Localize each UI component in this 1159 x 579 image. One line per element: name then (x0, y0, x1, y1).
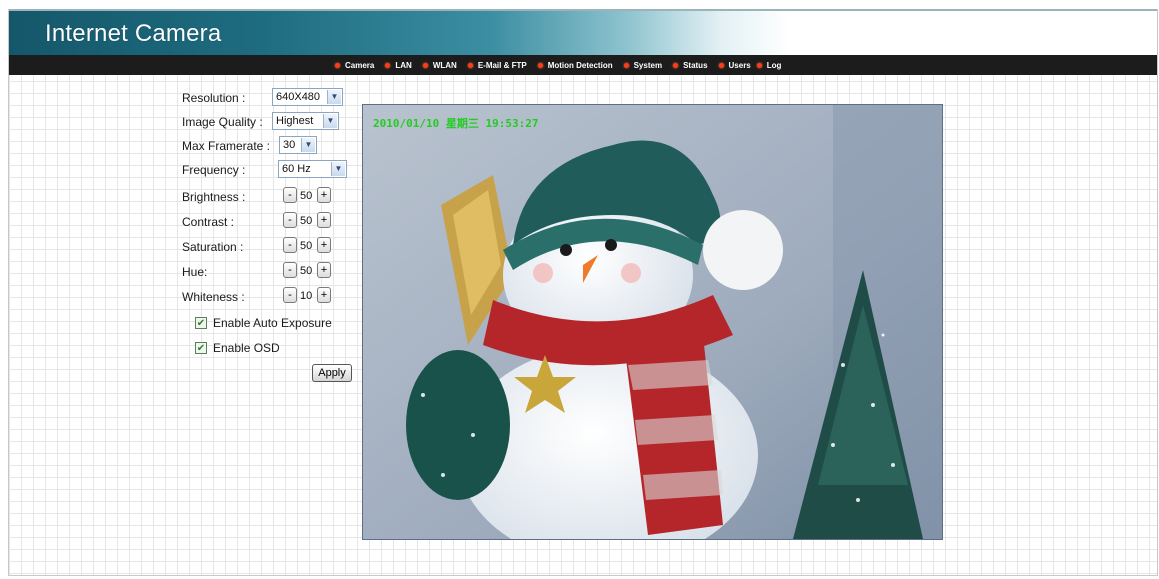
nav-system[interactable]: System (623, 60, 663, 70)
nav-label: Motion Detection (547, 60, 613, 70)
contrast-row: Contrast : - 50 + (181, 212, 361, 234)
whiteness-decrease-button[interactable]: - (283, 287, 297, 303)
contrast-label: Contrast : (182, 215, 235, 229)
chevron-down-icon: ▼ (327, 90, 341, 104)
resolution-value: 640X480 (276, 91, 321, 103)
nav-log[interactable]: Log (756, 60, 782, 70)
brightness-decrease-button[interactable]: - (283, 187, 297, 203)
bullet-icon (756, 62, 762, 68)
bullet-icon (673, 62, 679, 68)
hue-decrease-button[interactable]: - (283, 262, 297, 278)
max-framerate-value: 30 (283, 139, 296, 151)
check-icon: ✔ (196, 317, 206, 329)
bullet-icon (335, 62, 340, 68)
image-quality-value: Highest (276, 115, 314, 127)
nav-camera[interactable]: Camera (335, 61, 374, 70)
frequency-value: 60 Hz (282, 163, 311, 175)
nav-label: Log (766, 60, 782, 70)
header-banner: Internet Camera (9, 9, 1157, 57)
nav-lan[interactable]: LAN (385, 60, 412, 70)
nav-label: Status (683, 60, 708, 70)
hue-value: 50 (300, 265, 313, 277)
hue-increase-button[interactable]: + (317, 262, 331, 278)
osd-checkbox[interactable]: ✔ (195, 342, 207, 354)
nav-label: E-Mail & FTP (477, 60, 527, 70)
max-framerate-row: Max Framerate : 30 ▼ (181, 136, 361, 158)
image-quality-select[interactable]: Highest ▼ (272, 112, 339, 130)
auto-exposure-label: Enable Auto Exposure (213, 316, 332, 330)
nav-label: Users (728, 60, 751, 70)
hue-row: Hue: - 50 + (181, 262, 361, 284)
nav-label: Camera (345, 60, 375, 70)
snowman-camera-image (363, 105, 942, 539)
contrast-decrease-button[interactable]: - (283, 212, 297, 228)
main-nav: Camera LAN WLAN E-Mail & FTP Motion Dete… (9, 55, 1157, 75)
resolution-select[interactable]: 640X480 ▼ (272, 88, 343, 106)
max-framerate-select[interactable]: 30 ▼ (279, 136, 317, 154)
nav-label: WLAN (432, 60, 457, 70)
brightness-value: 50 (300, 190, 313, 202)
osd-timestamp: 2010/01/10 星期三 19:53:27 (373, 117, 539, 130)
whiteness-row: Whiteness : - 10 + (181, 287, 361, 309)
nav-label: LAN (395, 60, 412, 70)
saturation-label: Saturation : (182, 240, 244, 254)
auto-exposure-row: ✔ Enable Auto Exposure (195, 314, 332, 332)
video-preview: 2010/01/10 星期三 19:53:27 (362, 104, 943, 540)
brightness-increase-button[interactable]: + (317, 187, 331, 203)
whiteness-value: 10 (300, 290, 313, 302)
page-frame: Internet Camera Camera LAN WLAN E-Mail &… (8, 9, 1158, 576)
contrast-increase-button[interactable]: + (317, 212, 331, 228)
whiteness-increase-button[interactable]: + (317, 287, 331, 303)
nav-users[interactable]: Users (718, 60, 751, 70)
nav-wlan[interactable]: WLAN (422, 60, 457, 70)
chevron-down-icon: ▼ (301, 138, 315, 152)
nav-email-ftp[interactable]: E-Mail & FTP (467, 60, 527, 70)
brightness-label: Brightness : (182, 190, 246, 204)
resolution-label: Resolution : (182, 91, 246, 105)
contrast-value: 50 (300, 215, 313, 227)
nav-label: System (633, 60, 663, 70)
frequency-row: Frequency : 60 Hz ▼ (181, 160, 361, 182)
auto-exposure-checkbox[interactable]: ✔ (195, 317, 207, 329)
osd-row: ✔ Enable OSD (195, 339, 280, 357)
saturation-row: Saturation : - 50 + (181, 237, 361, 259)
whiteness-label: Whiteness : (182, 290, 245, 304)
resolution-row: Resolution : 640X480 ▼ (181, 88, 361, 110)
page-title: Internet Camera (45, 20, 222, 47)
saturation-decrease-button[interactable]: - (283, 237, 297, 253)
check-icon: ✔ (196, 342, 206, 354)
bullet-icon (718, 62, 724, 68)
bullet-icon (385, 62, 391, 68)
chevron-down-icon: ▼ (323, 114, 337, 128)
apply-button[interactable]: Apply (312, 364, 352, 382)
image-quality-row: Image Quality : Highest ▼ (181, 112, 361, 134)
brightness-row: Brightness : - 50 + (181, 187, 361, 209)
saturation-increase-button[interactable]: + (317, 237, 331, 253)
hue-label: Hue: (182, 265, 208, 279)
bullet-icon (623, 62, 629, 68)
bullet-icon (467, 62, 473, 68)
nav-motion-detection[interactable]: Motion Detection (537, 60, 613, 70)
image-quality-label: Image Quality : (182, 115, 263, 129)
bullet-icon (537, 62, 543, 68)
nav-status[interactable]: Status (673, 60, 708, 70)
frequency-label: Frequency : (182, 163, 246, 177)
saturation-value: 50 (300, 240, 313, 252)
frequency-select[interactable]: 60 Hz ▼ (278, 160, 347, 178)
bullet-icon (422, 62, 428, 68)
chevron-down-icon: ▼ (331, 162, 345, 176)
osd-label: Enable OSD (213, 341, 280, 355)
max-framerate-label: Max Framerate : (182, 139, 271, 153)
